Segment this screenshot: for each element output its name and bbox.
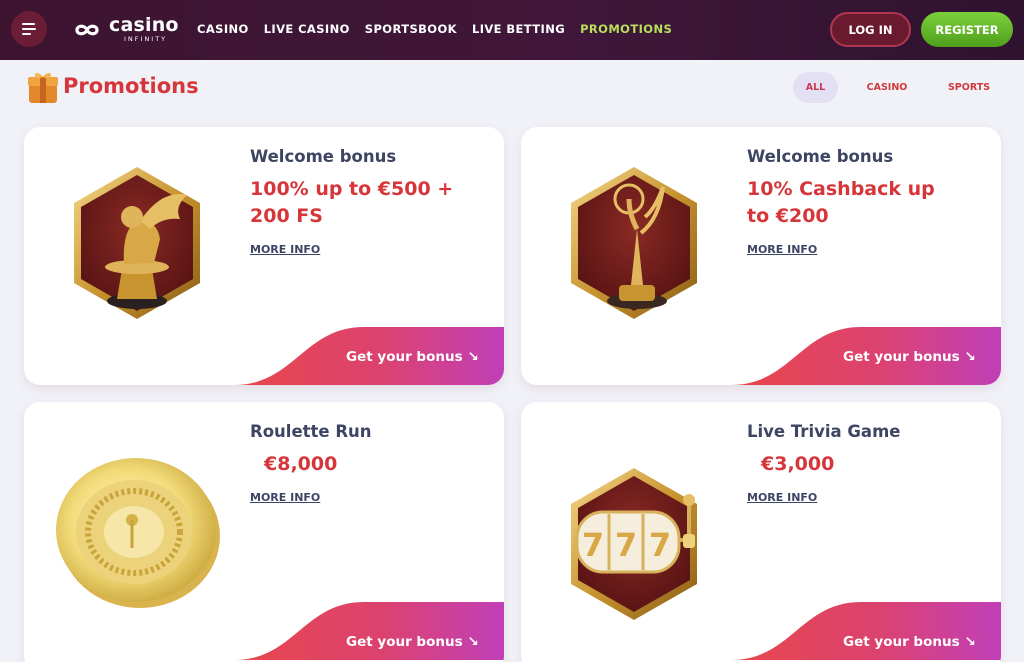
gift-box-icon: [28, 73, 58, 103]
cta-wave-shape: [731, 602, 1001, 660]
filter-casino[interactable]: CASINO: [860, 72, 914, 103]
svg-text:7: 7: [615, 526, 637, 564]
casino-infinity-logo[interactable]: casino INFINITY: [66, 14, 178, 44]
nav-casino[interactable]: CASINO: [197, 22, 249, 36]
golden-lion-trophy-icon: [74, 167, 200, 319]
promo-card-welcome-bonus-1: Welcome bonus 100% up to €500 + 200 FS M…: [24, 127, 504, 385]
svg-text:7: 7: [649, 526, 671, 564]
get-bonus-button[interactable]: Get your bonus ↘: [346, 349, 479, 365]
logo-wordmark: casino: [109, 14, 179, 36]
cta-wave-shape: [234, 602, 504, 660]
filter-sports[interactable]: SPORTS: [942, 72, 996, 103]
get-bonus-button[interactable]: Get your bonus ↘: [843, 349, 976, 365]
hamburger-menu-icon[interactable]: [11, 11, 47, 47]
nav-live-casino[interactable]: LIVE CASINO: [264, 22, 350, 36]
promo-card-live-trivia-game: 7 7 7 Live Trivia Game €3,000 MORE INFO …: [521, 402, 1001, 662]
promo-offer: 100% up to €500 + 200 FS: [250, 178, 454, 227]
register-button[interactable]: REGISTER: [921, 12, 1013, 47]
promo-offer: €3,000: [761, 453, 835, 475]
more-info-link[interactable]: MORE INFO: [250, 491, 320, 504]
main-nav: CASINO LIVE CASINO SPORTSBOOK LIVE BETTI…: [197, 22, 687, 36]
top-navigation-bar: casino INFINITY CASINO LIVE CASINO SPORT…: [0, 0, 1024, 60]
promo-title: Welcome bonus: [747, 147, 894, 166]
golden-figure-trophy-icon: [571, 167, 697, 319]
svg-text:7: 7: [582, 526, 604, 564]
promo-card-welcome-bonus-2: Welcome bonus 10% Cashback up to €200 MO…: [521, 127, 1001, 385]
infinity-icon: [75, 24, 99, 36]
golden-roulette-wheel-icon: [56, 458, 220, 608]
promo-card-roulette-run: Roulette Run €8,000 MORE INFO Get your b…: [24, 402, 504, 662]
get-bonus-button[interactable]: Get your bonus ↘: [843, 634, 976, 650]
promo-offer: 10% Cashback up to €200: [747, 178, 935, 227]
promo-title: Live Trivia Game: [747, 422, 901, 441]
login-button[interactable]: LOG IN: [830, 12, 911, 47]
nav-promotions[interactable]: PROMOTIONS: [580, 22, 672, 36]
more-info-link[interactable]: MORE INFO: [747, 243, 817, 256]
promo-title: Roulette Run: [250, 422, 372, 441]
logo-subtitle: INFINITY: [124, 35, 168, 43]
more-info-link[interactable]: MORE INFO: [250, 243, 320, 256]
get-bonus-button[interactable]: Get your bonus ↘: [346, 634, 479, 650]
nav-sportsbook[interactable]: SPORTSBOOK: [365, 22, 457, 36]
slot-machine-777-icon: 7 7 7: [571, 468, 697, 620]
nav-live-betting[interactable]: LIVE BETTING: [472, 22, 565, 36]
more-info-link[interactable]: MORE INFO: [747, 491, 817, 504]
filter-all[interactable]: ALL: [793, 72, 838, 103]
promo-title: Welcome bonus: [250, 147, 397, 166]
page-title: Promotions: [63, 74, 199, 98]
promo-offer: €8,000: [264, 453, 338, 475]
